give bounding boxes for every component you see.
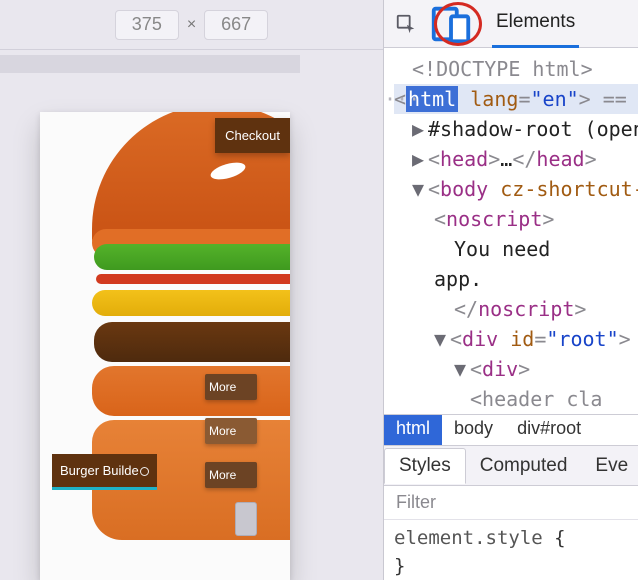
- cheese-layer: [92, 290, 290, 316]
- tab-elements[interactable]: Elements: [492, 0, 579, 48]
- styles-pane[interactable]: element.style { } html[Attributes Styl -…: [384, 520, 638, 580]
- ruler-strip: [0, 55, 300, 73]
- dom-tree[interactable]: <!DOCTYPE html> ··· <html lang="en"> == …: [384, 48, 638, 414]
- div-node[interactable]: ▼<div>: [394, 354, 638, 384]
- devtools-toolbar: Elements: [384, 0, 638, 48]
- more-button[interactable]: More: [205, 418, 257, 444]
- burger-builder-nav[interactable]: Burger Builde: [52, 454, 157, 490]
- device-toggle-icon[interactable]: [428, 4, 474, 44]
- noscript-text[interactable]: You need: [394, 234, 638, 264]
- crumb-body[interactable]: body: [442, 415, 505, 445]
- html-node[interactable]: ··· <html lang="en"> ==: [394, 84, 638, 114]
- body-node[interactable]: ▼<body cz-shortcut-: [394, 174, 638, 204]
- scroll-handle[interactable]: [235, 502, 257, 536]
- bun-mid: [92, 366, 290, 416]
- doctype-node[interactable]: <!DOCTYPE html>: [394, 54, 638, 84]
- noscript-open[interactable]: <noscript>: [394, 204, 638, 234]
- device-frame: Checkout Burger Builde More More More: [40, 112, 290, 580]
- tab-styles[interactable]: Styles: [384, 448, 466, 484]
- rule-element-style[interactable]: element.style {: [394, 524, 628, 552]
- styles-tabs: Styles Computed Eve: [384, 446, 638, 486]
- styles-filter-input[interactable]: Filter: [384, 486, 638, 520]
- inspect-element-icon[interactable]: [384, 0, 428, 48]
- burger-builder-label: Burger Builde: [60, 463, 139, 478]
- tab-computed[interactable]: Computed: [466, 449, 582, 483]
- noscript-close[interactable]: </noscript>: [394, 294, 638, 324]
- dimension-separator: ×: [187, 16, 196, 34]
- nav-ring-icon: [140, 467, 149, 476]
- width-input[interactable]: [115, 10, 179, 40]
- burger-graphic: [92, 112, 290, 434]
- height-input[interactable]: [204, 10, 268, 40]
- head-node[interactable]: ▶<head>…</head>: [394, 144, 638, 174]
- tab-events[interactable]: Eve: [581, 449, 638, 483]
- devtools-pane: Elements <!DOCTYPE html> ··· <html lang=…: [383, 0, 638, 580]
- noscript-text2[interactable]: app.: [394, 264, 638, 294]
- crumb-div-root[interactable]: div#root: [505, 415, 593, 445]
- more-button[interactable]: More: [205, 462, 257, 488]
- ingredient-controls: More More More: [205, 374, 257, 488]
- device-preview-pane: × Checkout Burger Builde More More More: [0, 0, 383, 580]
- header-node[interactable]: <header cla: [394, 384, 638, 414]
- breadcrumb: html body div#root: [384, 414, 638, 446]
- salad-layer: [94, 244, 290, 270]
- more-button[interactable]: More: [205, 374, 257, 400]
- meat-layer: [94, 322, 290, 362]
- dimensions-bar: ×: [0, 0, 383, 50]
- crumb-html[interactable]: html: [384, 415, 442, 445]
- shadow-root-node[interactable]: ▶#shadow-root (open: [394, 114, 638, 144]
- tomato-layer: [96, 274, 290, 284]
- rule-element-style-close: }: [394, 552, 628, 580]
- div-root-node[interactable]: ▼<div id="root">: [394, 324, 638, 354]
- checkout-button[interactable]: Checkout: [215, 118, 290, 153]
